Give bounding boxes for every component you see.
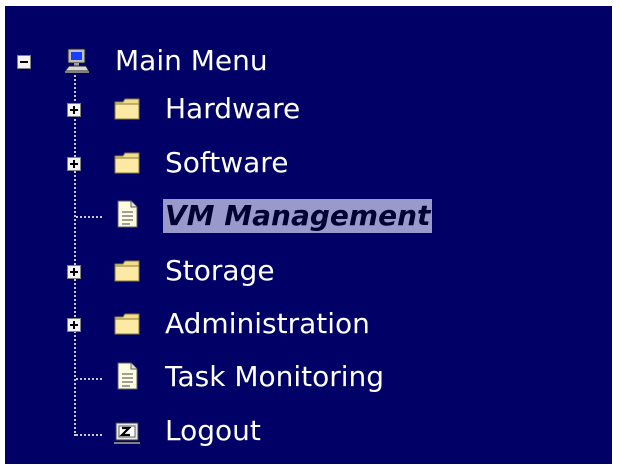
tree-label-software[interactable]: Software bbox=[163, 146, 290, 180]
document-icon bbox=[113, 361, 141, 390]
tree-label-hardware[interactable]: Hardware bbox=[163, 92, 302, 126]
menu-tree-panel: Main Menu Hardware Software VM Managemen… bbox=[5, 6, 612, 464]
tree-node-vm-management[interactable]: VM Management bbox=[5, 196, 612, 236]
tree-node-storage[interactable]: Storage bbox=[5, 252, 612, 292]
document-icon bbox=[113, 199, 141, 228]
tree-label-main-menu[interactable]: Main Menu bbox=[113, 44, 270, 78]
tree-node-administration[interactable]: Administration bbox=[5, 305, 612, 345]
folder-icon bbox=[113, 310, 141, 338]
collapse-toggle-icon[interactable] bbox=[17, 55, 31, 69]
tree-label-vm-management[interactable]: VM Management bbox=[163, 199, 433, 233]
folder-icon bbox=[113, 257, 141, 285]
tree-label-task-monitoring[interactable]: Task Monitoring bbox=[163, 360, 386, 394]
tree-connector bbox=[76, 216, 102, 218]
expand-toggle-icon[interactable] bbox=[67, 318, 81, 332]
logout-icon bbox=[113, 417, 141, 445]
menu-tree: Main Menu Hardware Software VM Managemen… bbox=[5, 6, 612, 464]
tree-connector bbox=[76, 434, 102, 436]
tree-node-main-menu[interactable]: Main Menu bbox=[5, 42, 612, 82]
expand-toggle-icon[interactable] bbox=[67, 265, 81, 279]
folder-icon bbox=[113, 149, 141, 177]
tree-label-logout[interactable]: Logout bbox=[163, 414, 263, 448]
tree-connector bbox=[76, 378, 102, 380]
tree-node-logout[interactable]: Logout bbox=[5, 412, 612, 452]
folder-icon bbox=[113, 95, 141, 123]
tree-node-hardware[interactable]: Hardware bbox=[5, 90, 612, 130]
tree-node-task-monitoring[interactable]: Task Monitoring bbox=[5, 358, 612, 398]
tree-node-software[interactable]: Software bbox=[5, 144, 612, 184]
computer-icon bbox=[63, 47, 91, 75]
tree-label-storage[interactable]: Storage bbox=[163, 254, 277, 288]
expand-toggle-icon[interactable] bbox=[67, 103, 81, 117]
expand-toggle-icon[interactable] bbox=[67, 157, 81, 171]
tree-label-administration[interactable]: Administration bbox=[163, 307, 372, 341]
